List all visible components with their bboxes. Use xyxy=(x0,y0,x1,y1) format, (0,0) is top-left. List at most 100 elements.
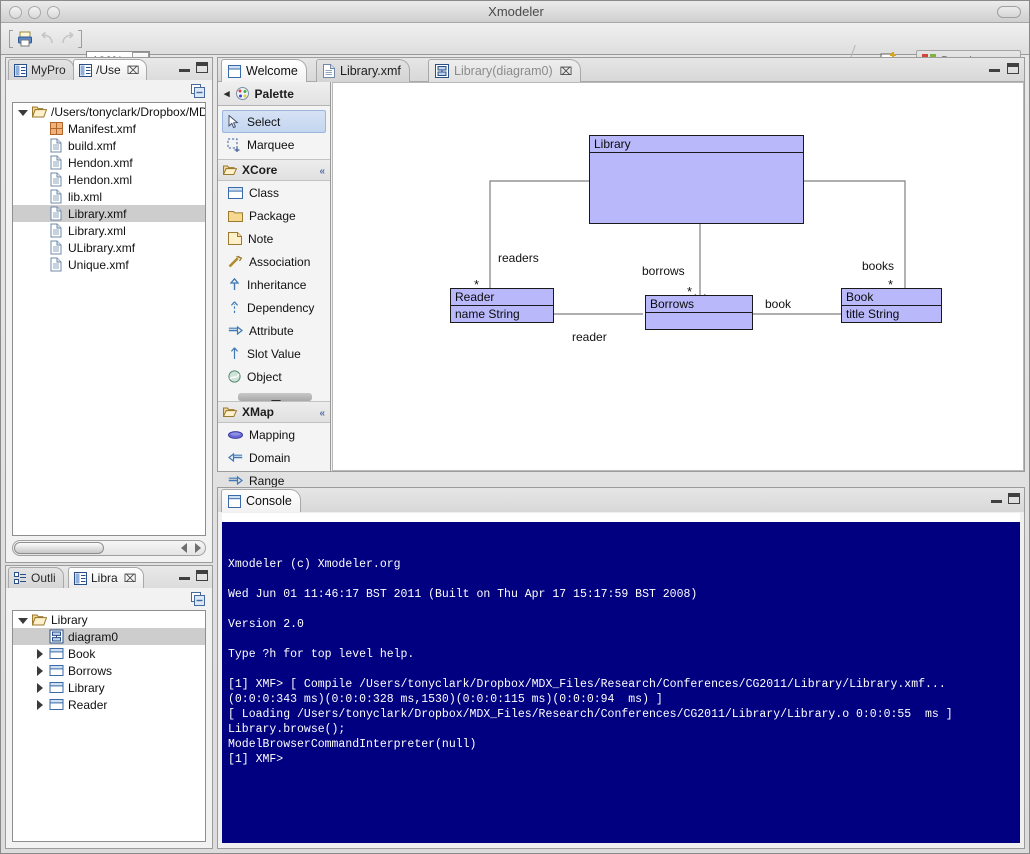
tree-twisty-placeholder xyxy=(34,123,46,135)
redo-arrow-icon[interactable] xyxy=(59,32,76,46)
palette-item-domain[interactable]: Domain xyxy=(218,446,330,469)
tree-row[interactable]: build.xmf xyxy=(13,137,205,154)
titlebar-toggle-button[interactable] xyxy=(997,6,1021,18)
tree-row[interactable]: Hendon.xml xyxy=(13,171,205,188)
console-line: [1] XMF> [ Compile /Users/tonyclark/Drop… xyxy=(228,677,1014,692)
view-tab-library-browser[interactable]: Libra ⌧ xyxy=(68,567,144,588)
palette-item-class[interactable]: Class xyxy=(218,181,330,204)
tree-row[interactable]: Manifest.xmf xyxy=(13,120,205,137)
print-icon[interactable] xyxy=(17,31,33,47)
tree-twisty-closed-icon[interactable] xyxy=(34,699,46,711)
tree-row[interactable]: Reader xyxy=(13,696,205,713)
scroll-left-icon[interactable] xyxy=(181,543,187,553)
tree-row[interactable]: Book xyxy=(13,645,205,662)
open-folder-icon xyxy=(223,406,237,418)
editor-tab-library-diagram0[interactable]: Library(diagram0) ⌧ xyxy=(428,59,581,82)
minimize-view-button[interactable] xyxy=(179,63,190,72)
outline-view: Outli Libra ⌧ xyxy=(5,565,213,849)
console-line xyxy=(228,572,1014,587)
collapse-all-icon[interactable] xyxy=(191,592,205,606)
palette-group-xcore[interactable]: XCore « xyxy=(218,159,330,181)
tree-twisty-closed-icon[interactable] xyxy=(34,648,46,660)
collapse-left-icon[interactable]: ◂ xyxy=(224,87,230,100)
association-icon xyxy=(228,255,243,268)
scrollbar-thumb[interactable] xyxy=(14,542,104,554)
project-view-body: /Users/tonyclark/Dropbox/MD Manifest.xmfb… xyxy=(6,80,212,562)
tree-row[interactable]: Library.xml xyxy=(13,222,205,239)
scrollbar-arrows[interactable] xyxy=(181,543,201,553)
tree-row[interactable]: ULibrary.xmf xyxy=(13,239,205,256)
tree-row[interactable]: diagram0 xyxy=(13,628,205,645)
tree-row[interactable]: Library xyxy=(13,611,205,628)
scroll-right-icon[interactable] xyxy=(195,543,201,553)
palette-tool-select[interactable]: Select xyxy=(222,110,326,133)
console-output[interactable]: Xmodeler (c) Xmodeler.org Wed Jun 01 11:… xyxy=(222,522,1020,843)
palette-item-slot-value[interactable]: Slot Value xyxy=(218,342,330,365)
tree-row[interactable]: Library xyxy=(13,679,205,696)
view-tab-mypro[interactable]: MyPro xyxy=(8,59,74,80)
uml-attribute xyxy=(646,313,752,330)
palette-group-label: XMap xyxy=(242,405,274,419)
maximize-view-button[interactable] xyxy=(196,62,208,73)
maximize-editor-button[interactable] xyxy=(1007,63,1019,74)
minimize-console-button[interactable] xyxy=(991,494,1002,503)
maximize-console-button[interactable] xyxy=(1008,493,1020,504)
tree-row[interactable]: Borrows xyxy=(13,662,205,679)
palette-tool-marquee[interactable]: Marquee xyxy=(218,133,330,156)
tree-row-label: diagram0 xyxy=(68,630,118,644)
console-tab[interactable]: Console xyxy=(221,489,301,512)
tree-row[interactable]: Hendon.xmf xyxy=(13,154,205,171)
palette-scroll-handle[interactable] xyxy=(238,393,312,401)
editor-tab-library-xmf[interactable]: Library.xmf xyxy=(316,59,410,82)
project-tree[interactable]: /Users/tonyclark/Dropbox/MD Manifest.xmfb… xyxy=(12,102,206,536)
uml-class-borrows[interactable]: Borrows xyxy=(645,295,753,330)
minimize-editor-button[interactable] xyxy=(989,63,1000,72)
palette-group-xmap[interactable]: XMap « xyxy=(218,401,330,423)
welcome-icon xyxy=(228,65,241,78)
palette-item-dependency[interactable]: Dependency xyxy=(218,296,330,319)
close-icon[interactable]: ⌧ xyxy=(124,572,137,585)
tree-row-label: Library.xmf xyxy=(68,207,126,221)
console-view: Console Xmodeler (c) Xmodeler.org Wed Ju… xyxy=(217,487,1025,849)
cursor-icon xyxy=(228,115,241,129)
palette-item-object[interactable]: Object xyxy=(218,365,330,388)
uml-class-book[interactable]: Book title String xyxy=(841,288,942,323)
editor-tab-welcome[interactable]: Welcome xyxy=(221,59,307,82)
console-line: [1] XMF> xyxy=(228,752,1014,767)
tree-twisty-open-icon[interactable] xyxy=(17,106,29,118)
collapse-group-icon[interactable]: « xyxy=(319,408,325,419)
tree-row-label: Manifest.xmf xyxy=(68,122,136,136)
tree-row[interactable]: Library.xmf xyxy=(13,205,205,222)
tree-twisty-closed-icon[interactable] xyxy=(34,682,46,694)
palette-item-mapping[interactable]: Mapping xyxy=(218,423,330,446)
palette-tool-label: Marquee xyxy=(247,138,294,152)
palette-item-inheritance[interactable]: Inheritance xyxy=(218,273,330,296)
minimize-view-button[interactable] xyxy=(179,571,190,580)
tree-row[interactable]: Unique.xmf xyxy=(13,256,205,273)
close-icon[interactable]: ⌧ xyxy=(127,64,140,77)
palette-item-attribute[interactable]: Attribute xyxy=(218,319,330,342)
collapse-group-icon[interactable]: « xyxy=(319,166,325,177)
palette-item-association[interactable]: Association xyxy=(218,250,330,273)
outline-tree[interactable]: Librarydiagram0BookBorrowsLibraryReader xyxy=(12,610,206,842)
tree-row[interactable]: /Users/tonyclark/Dropbox/MD xyxy=(13,103,205,120)
tree-twisty-placeholder xyxy=(34,191,46,203)
close-icon[interactable]: ⌧ xyxy=(560,65,573,78)
main-toolbar: 100% Development xyxy=(1,23,1030,55)
diagram-canvas[interactable]: Library Reader name String Borrows Book … xyxy=(332,82,1024,471)
palette-item-note[interactable]: Note xyxy=(218,227,330,250)
uml-class-reader[interactable]: Reader name String xyxy=(450,288,554,323)
view-tab-use[interactable]: /Use ⌧ xyxy=(73,59,147,80)
view-tab-outline[interactable]: Outli xyxy=(8,567,64,588)
tree-row[interactable]: lib.xml xyxy=(13,188,205,205)
project-tree-hscrollbar[interactable] xyxy=(12,540,206,556)
uml-class-library[interactable]: Library xyxy=(589,135,804,224)
undo-arrow-icon[interactable] xyxy=(39,32,56,46)
collapse-all-icon[interactable] xyxy=(191,84,205,98)
tree-twisty-placeholder xyxy=(34,631,46,643)
tree-twisty-closed-icon[interactable] xyxy=(34,665,46,677)
tree-twisty-open-icon[interactable] xyxy=(17,614,29,626)
maximize-view-button[interactable] xyxy=(196,570,208,581)
console-line: Library.browse(); xyxy=(228,722,1014,737)
palette-item-package[interactable]: Package xyxy=(218,204,330,227)
